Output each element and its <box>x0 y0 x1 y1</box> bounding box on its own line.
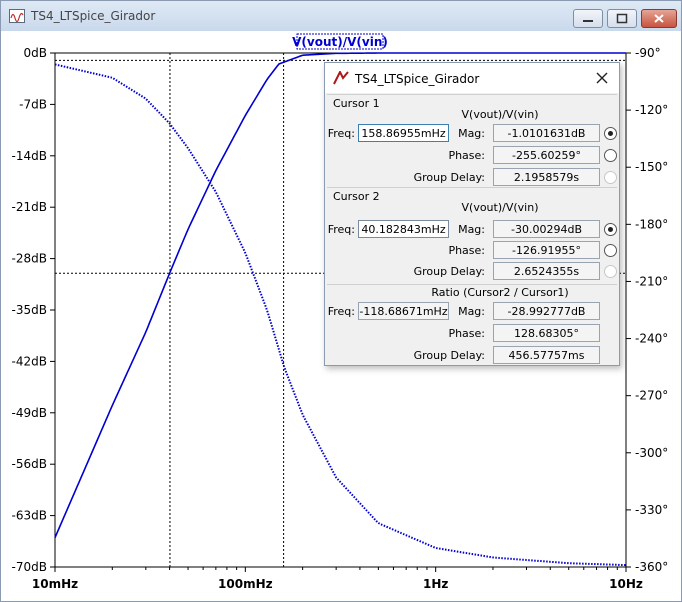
right-axis-ticks: -90° -120° -150° -180° -210° -240° -270° -300° -… <box>626 46 668 574</box>
cursor2-phase-value: -126.91955° <box>493 241 600 259</box>
cursor1-mag-value: -1.0101631dB <box>493 124 600 142</box>
ratio-mag-label: Mag: <box>458 305 485 318</box>
left-tick-label: -21dB <box>12 200 47 214</box>
right-tick-label: -240° <box>635 332 668 346</box>
x-tick-label: 10Hz <box>609 577 643 591</box>
cursor1-gd-radio[interactable] <box>604 171 617 184</box>
cursor2-gd-label: Group Delay: <box>413 265 485 278</box>
cursor1-group <box>327 94 617 95</box>
cursor2-freq-label: Freq: <box>327 223 355 236</box>
ratio-mag-value: -28.992777dB <box>493 302 600 320</box>
right-tick-label: -90° <box>635 46 661 60</box>
cursor2-mag-label: Mag: <box>458 223 485 236</box>
x-axis-ticks: 10mHz 100mHz 1Hz 10Hz <box>32 567 643 591</box>
ratio-gd-value: 456.57757ms <box>493 346 600 364</box>
cursor2-gd-radio[interactable] <box>604 265 617 278</box>
dialog-titlebar[interactable]: TS4_LTSpice_Girador <box>325 63 619 93</box>
cursor1-gd-label: Group Delay: <box>413 171 485 184</box>
right-tick-label: -360° <box>635 560 668 574</box>
left-tick-label: -7dB <box>19 97 47 111</box>
cursor1-phase-radio[interactable] <box>604 149 617 162</box>
cursor1-mag-radio[interactable] <box>604 127 617 140</box>
right-tick-label: -330° <box>635 503 668 517</box>
left-axis-ticks: 0dB -7dB -14dB -21dB -28dB -35dB -42dB -49dB -56… <box>12 46 55 574</box>
left-tick-label: -35dB <box>12 303 47 317</box>
left-tick-label: -56dB <box>12 457 47 471</box>
cursor1-mag-label: Mag: <box>458 127 485 140</box>
left-tick-label: -70dB <box>12 560 47 574</box>
close-icon <box>596 72 608 84</box>
left-tick-label: -28dB <box>12 252 47 266</box>
cursor-dialog: TS4_LTSpice_Girador Cursor 1 V(vout)/V(v… <box>324 62 620 366</box>
cursor1-heading: Cursor 1 <box>333 97 380 110</box>
ratio-gd-label: Group Delay: <box>413 349 485 362</box>
dialog-close-button[interactable] <box>593 69 611 87</box>
cursor2-phase-radio[interactable] <box>604 244 617 257</box>
left-tick-label: -63dB <box>12 509 47 523</box>
right-tick-label: -270° <box>635 389 668 403</box>
left-tick-label: 0dB <box>24 46 47 60</box>
cursor2-group <box>327 187 617 188</box>
cursor1-trace: V(vout)/V(vin) <box>461 108 539 121</box>
right-tick-label: -150° <box>635 160 668 174</box>
ratio-group <box>327 284 617 285</box>
trace-label[interactable]: V(vout)/V(vin) <box>292 35 388 49</box>
ratio-freq-label: Freq: <box>327 305 355 318</box>
cursor2-mag-value: -30.00294dB <box>493 220 600 238</box>
right-tick-label: -300° <box>635 446 668 460</box>
left-tick-label: -49dB <box>12 406 47 420</box>
dialog-title: TS4_LTSpice_Girador <box>355 72 480 86</box>
cursor2-phase-label: Phase: <box>448 244 485 257</box>
ratio-heading: Ratio (Cursor2 / Cursor1) <box>431 286 569 299</box>
cursor1-gd-value: 2.1958579s <box>493 168 600 186</box>
cursor2-gd-value: 2.6524355s <box>493 262 600 280</box>
right-tick-label: -120° <box>635 103 668 117</box>
cursor1-freq-label: Freq: <box>327 127 355 140</box>
cursor1-phase-value: -255.60259° <box>493 146 600 164</box>
x-tick-label: 1Hz <box>423 577 448 591</box>
x-tick-label: 100mHz <box>218 577 273 591</box>
right-tick-label: -180° <box>635 217 668 231</box>
left-tick-label: -14dB <box>12 149 47 163</box>
cursor1-phase-label: Phase: <box>448 149 485 162</box>
cursor2-trace: V(vout)/V(vin) <box>461 201 539 214</box>
left-tick-label: -42dB <box>12 354 47 368</box>
ltspice-icon <box>333 71 349 85</box>
cursor2-heading: Cursor 2 <box>333 190 380 203</box>
ratio-phase-label: Phase: <box>448 327 485 340</box>
ratio-phase-value: 128.68305° <box>493 324 600 342</box>
x-tick-label: 10mHz <box>32 577 78 591</box>
cursor2-mag-radio[interactable] <box>604 223 617 236</box>
right-tick-label: -210° <box>635 274 668 288</box>
